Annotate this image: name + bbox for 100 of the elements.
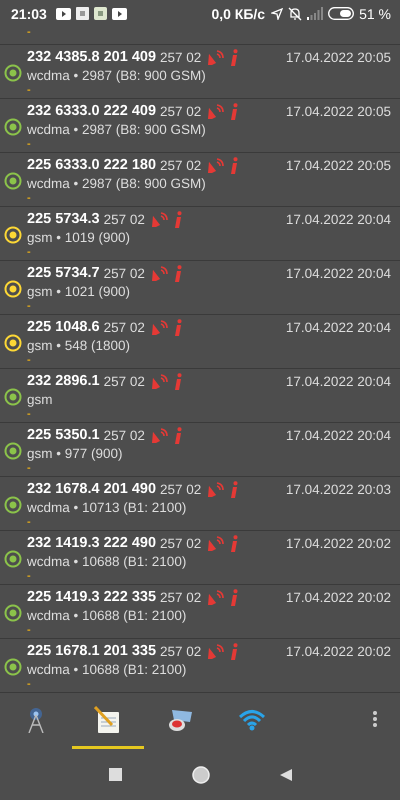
- network-code: 257 02: [104, 266, 145, 281]
- recents-button[interactable]: [108, 768, 122, 782]
- cell-id: 225 1678.1 201 335: [27, 643, 156, 660]
- network-code: 257 02: [160, 590, 202, 605]
- app-notification-icon: [94, 7, 107, 20]
- cell-list-item[interactable]: 232 1678.4 201 490 257 02 17.04.2022 20:03 wcdma • 10713 (B1: 2100) -: [0, 477, 400, 532]
- satellite-dish-icon: [207, 49, 224, 66]
- satellite-dish-icon: [150, 427, 168, 444]
- cell-id: 232 6333.0 222 409: [27, 103, 156, 120]
- cell-id: 232 2896.1: [27, 373, 100, 390]
- network-details: wcdma • 2987 (B8: 900 GSM): [27, 67, 207, 86]
- timestamp: 17.04.2022 20:02: [286, 536, 391, 551]
- row-note: -: [27, 85, 32, 96]
- cell-id: 232 1419.3 222 490: [27, 535, 156, 552]
- row-note: -: [27, 301, 32, 312]
- cell-id: 225 5734.3: [27, 211, 100, 228]
- row-note: -: [27, 625, 32, 636]
- wifi-icon: [238, 708, 266, 731]
- row-note: -: [27, 409, 32, 420]
- network-details: gsm • 1019 (900): [27, 229, 132, 248]
- row-note: -: [27, 679, 32, 690]
- row-note: -: [27, 27, 31, 38]
- timestamp: 17.04.2022 20:04: [286, 428, 391, 443]
- row-note: -: [27, 193, 32, 204]
- app-notification-icon: [76, 7, 89, 20]
- info-icon: [230, 156, 238, 174]
- satellite-dish-icon: [207, 103, 224, 120]
- cell-list-item[interactable]: 232 6333.0 222 409 257 02 17.04.2022 20:05 wcdma • 2987 (B8: 900 GSM) -: [0, 99, 400, 154]
- info-icon: [230, 642, 238, 660]
- info-icon: [174, 372, 182, 390]
- network-details: wcdma • 2987 (B8: 900 GSM): [27, 175, 207, 194]
- cell-id: 225 5734.7: [27, 265, 100, 282]
- satellite-dish-icon: [207, 589, 224, 606]
- cell-id: 232 1678.4 201 490: [27, 481, 156, 498]
- cell-id: 232 4385.8 201 409: [27, 49, 156, 66]
- timestamp: 17.04.2022 20:05: [286, 50, 391, 65]
- network-details: gsm: [27, 391, 54, 410]
- battery-percent: 51 %: [359, 6, 391, 22]
- network-code: 257 02: [160, 536, 202, 551]
- info-icon: [174, 264, 182, 282]
- network-details: wcdma • 10688 (B1: 2100): [27, 553, 188, 572]
- info-icon: [230, 480, 238, 498]
- satellite-dish-icon: [150, 319, 168, 336]
- info-icon: [174, 210, 182, 228]
- network-code: 257 02: [160, 158, 202, 173]
- network-code: 257 02: [104, 320, 145, 335]
- info-icon: [174, 318, 182, 336]
- timestamp: 17.04.2022 20:02: [286, 590, 391, 605]
- cell-list-item[interactable]: 225 1048.6 257 02 17.04.2022 20:04 gsm • 548 (1800) -: [0, 315, 400, 370]
- cell-list-item[interactable]: 225 5350.1 257 02 17.04.2022 20:04 gsm • 977 (900) -: [0, 423, 400, 478]
- network-details: gsm • 1021 (900): [27, 283, 132, 302]
- row-note: -: [27, 571, 32, 582]
- cell-list-item[interactable]: 225 5734.3 257 02 17.04.2022 20:04 gsm • 1019 (900) -: [0, 207, 400, 262]
- timestamp: 17.04.2022 20:04: [286, 212, 391, 227]
- cell-list-item[interactable]: 232 4385.8 201 409 257 02 17.04.2022 20:05 wcdma • 2987 (B8: 900 GSM) -: [0, 45, 400, 100]
- info-icon: [230, 588, 238, 606]
- cell-list-item[interactable]: 225 1419.3 222 335 257 02 17.04.2022 20:02 wcdma • 10688 (B1: 2100) -: [0, 585, 400, 640]
- info-icon: [230, 48, 238, 66]
- back-button[interactable]: [280, 768, 292, 781]
- satellite-dish-icon: [150, 265, 168, 282]
- row-note: -: [27, 517, 32, 528]
- battery-icon: [328, 7, 354, 20]
- network-code: 257 02: [160, 104, 202, 119]
- cell-list-item[interactable]: 225 1678.1 201 335 257 02 17.04.2022 20:02 wcdma • 10688 (B1: 2100) -: [0, 639, 400, 694]
- timestamp: 17.04.2022 20:04: [286, 320, 391, 335]
- satellite-dish-icon: [207, 643, 224, 660]
- cell-list-item[interactable]: 225 6333.0 222 180 257 02 17.04.2022 20:05 wcdma • 2987 (B8: 900 GSM) -: [0, 153, 400, 208]
- network-details: gsm • 548 (1800): [27, 337, 132, 356]
- location-icon: [271, 8, 284, 20]
- satellite-dish-icon: [207, 535, 224, 552]
- network-code: 257 02: [104, 374, 145, 389]
- row-note: -: [27, 247, 32, 258]
- timestamp: 17.04.2022 20:03: [286, 482, 391, 497]
- notepad-icon: [94, 706, 122, 734]
- satellite-dish-icon: [150, 373, 168, 390]
- satellite-dish-icon: [150, 211, 168, 228]
- cell-list-item[interactable]: 225 5734.7 257 02 17.04.2022 20:04 gsm • 1021 (900) -: [0, 261, 400, 316]
- more-menu-icon[interactable]: [372, 710, 378, 728]
- timestamp: 17.04.2022 20:02: [286, 644, 391, 659]
- row-note: -: [27, 139, 32, 150]
- home-button[interactable]: [192, 766, 210, 784]
- video-notification-icon: [112, 8, 127, 20]
- muted-bell-icon: [288, 6, 302, 21]
- timestamp: 17.04.2022 20:04: [286, 266, 391, 281]
- cell-list-item[interactable]: 232 1419.3 222 490 257 02 17.04.2022 20:02 wcdma • 10688 (B1: 2100) -: [0, 531, 400, 586]
- row-note: -: [27, 355, 32, 366]
- network-code: 257 02: [160, 644, 202, 659]
- network-code: 257 02: [104, 212, 145, 227]
- cell-id: 225 5350.1: [27, 427, 100, 444]
- cell-list-item[interactable]: 232 2896.1 257 02 17.04.2022 20:04 gsm -: [0, 369, 400, 424]
- timestamp: 17.04.2022 20:05: [286, 104, 391, 119]
- info-icon: [174, 426, 182, 444]
- cell-id: 225 1419.3 222 335: [27, 589, 156, 606]
- satellite-dish-icon: [207, 481, 224, 498]
- network-code: 257 02: [160, 50, 202, 65]
- network-details: wcdma • 10688 (B1: 2100): [27, 607, 188, 626]
- network-code: 257 02: [160, 482, 202, 497]
- clock-time: 21:03: [11, 6, 47, 22]
- network-speed: 0,0 КБ/с: [211, 6, 266, 22]
- satellite-dish-icon: [207, 157, 224, 174]
